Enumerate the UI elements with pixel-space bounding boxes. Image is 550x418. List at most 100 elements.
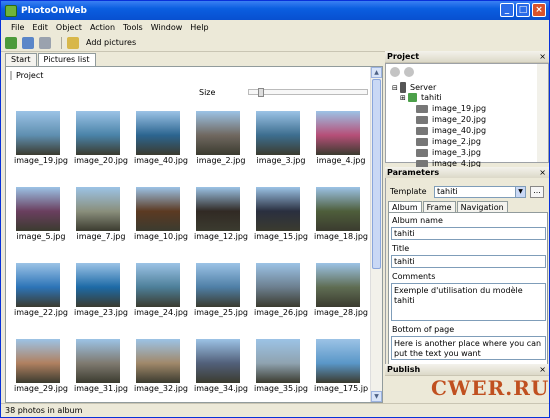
title-field[interactable]: tahiti — [391, 255, 546, 268]
photo-item[interactable]: image_25.jpg — [192, 257, 250, 331]
chevron-down-icon[interactable]: ▼ — [515, 187, 525, 197]
photo-thumbnail[interactable] — [316, 187, 360, 231]
collapse-icon[interactable]: ⊟ — [392, 84, 400, 92]
photo-thumbnail[interactable] — [76, 111, 120, 155]
photo-thumbnail[interactable] — [256, 263, 300, 307]
pictures-scrollbar[interactable]: ▲ ▼ — [370, 67, 382, 402]
photo-thumbnail[interactable] — [76, 339, 120, 383]
photo-thumbnail[interactable] — [16, 263, 60, 307]
photo-item[interactable]: image_10.jpg — [132, 181, 190, 255]
menu-window[interactable]: Window — [147, 23, 187, 32]
close-icon[interactable]: × — [539, 364, 546, 375]
photo-thumbnail[interactable] — [196, 339, 240, 383]
new-icon[interactable] — [5, 36, 17, 49]
tab-start[interactable]: Start — [5, 53, 37, 66]
scroll-up-arrow[interactable]: ▲ — [371, 67, 382, 78]
photo-thumbnail[interactable] — [256, 339, 300, 383]
tree-scrollbar[interactable] — [537, 64, 548, 162]
expand-icon[interactable]: ⊞ — [400, 94, 408, 102]
tree-item-image[interactable]: image_3.jpg — [416, 148, 481, 157]
photo-item[interactable]: image_12.jpg — [192, 181, 250, 255]
photo-thumbnail[interactable] — [196, 263, 240, 307]
tree-tool-icon[interactable] — [404, 67, 414, 77]
album-name-field[interactable]: tahiti — [391, 227, 546, 240]
photo-item[interactable]: image_2.jpg — [192, 105, 250, 179]
photo-thumbnail[interactable] — [316, 111, 360, 155]
photo-item[interactable]: image_3.jpg — [252, 105, 310, 179]
photo-item[interactable]: image_32.jpg — [132, 333, 190, 401]
menu-action[interactable]: Action — [86, 23, 119, 32]
comments-field[interactable]: Exemple d'utilisation du modèle tahiti — [391, 283, 546, 321]
photo-thumbnail[interactable] — [256, 111, 300, 155]
photo-thumbnail[interactable] — [316, 263, 360, 307]
photo-thumbnail[interactable] — [256, 187, 300, 231]
photo-thumbnail[interactable] — [196, 187, 240, 231]
save-icon[interactable] — [39, 36, 51, 49]
photo-item[interactable]: image_15.jpg — [252, 181, 310, 255]
photo-thumbnail[interactable] — [76, 187, 120, 231]
photo-thumbnail[interactable] — [16, 111, 60, 155]
photo-item[interactable]: image_5.jpg — [12, 181, 70, 255]
photo-item[interactable]: image_18.jpg — [312, 181, 370, 255]
photo-item[interactable]: image_22.jpg — [12, 257, 70, 331]
photo-item[interactable]: image_28.jpg — [312, 257, 370, 331]
menu-file[interactable]: File — [7, 23, 28, 32]
tree-item-image[interactable]: image_2.jpg — [416, 137, 481, 146]
image-file-icon — [416, 115, 428, 124]
photo-thumbnail[interactable] — [196, 111, 240, 155]
size-slider[interactable] — [248, 88, 368, 97]
close-icon[interactable]: × — [539, 51, 546, 62]
image-file-icon — [416, 104, 428, 113]
tree-item-album[interactable]: ⊞ tahiti — [400, 93, 442, 102]
menu-edit[interactable]: Edit — [28, 23, 52, 32]
menu-tools[interactable]: Tools — [119, 23, 147, 32]
template-browse-button[interactable]: ... — [530, 186, 544, 198]
photo-item[interactable]: image_40.jpg — [132, 105, 190, 179]
photo-item[interactable]: image_26.jpg — [252, 257, 310, 331]
add-pictures-icon[interactable] — [67, 36, 79, 49]
publish-header[interactable]: Publish × — [385, 364, 549, 376]
photo-thumbnail[interactable] — [76, 263, 120, 307]
bottom-of-page-label: Bottom of page — [392, 325, 455, 334]
open-icon[interactable] — [22, 36, 34, 49]
photo-item[interactable]: image_31.jpg — [72, 333, 130, 401]
scroll-thumb[interactable] — [372, 79, 381, 269]
close-button[interactable]: × — [532, 3, 546, 17]
photo-item[interactable]: image_19.jpg — [12, 105, 70, 179]
photo-thumbnail[interactable] — [136, 111, 180, 155]
photo-caption: image_10.jpg — [133, 232, 189, 241]
photo-item[interactable]: image_20.jpg — [72, 105, 130, 179]
photo-thumbnail[interactable] — [16, 339, 60, 383]
maximize-button[interactable]: □ — [516, 3, 530, 17]
photo-thumbnail[interactable] — [136, 339, 180, 383]
title-label: Title — [392, 244, 410, 253]
photo-item[interactable]: image_35.jpg — [252, 333, 310, 401]
tab-pictures-list[interactable]: Pictures list — [37, 53, 96, 67]
tree-item-image[interactable]: image_20.jpg — [416, 115, 486, 124]
photo-item[interactable]: image_23.jpg — [72, 257, 130, 331]
size-slider-thumb[interactable] — [258, 88, 264, 97]
tree-item-image[interactable]: image_40.jpg — [416, 126, 486, 135]
scroll-down-arrow[interactable]: ▼ — [371, 391, 382, 402]
photo-item[interactable]: image_175.jp — [312, 333, 370, 401]
photo-thumbnail[interactable] — [136, 263, 180, 307]
tree-item-server[interactable]: ⊟ Server — [392, 82, 436, 93]
menu-help[interactable]: Help — [186, 23, 212, 32]
bottom-of-page-field[interactable]: Here is another place where you can put … — [391, 336, 546, 360]
photo-item[interactable]: image_34.jpg — [192, 333, 250, 401]
photo-item[interactable]: image_7.jpg — [72, 181, 130, 255]
title-bar: PhotoOnWeb _ □ × — [1, 1, 549, 20]
template-select[interactable]: tahiti ▼ — [434, 186, 526, 198]
photo-thumbnail[interactable] — [16, 187, 60, 231]
add-pictures-button[interactable]: Add pictures — [86, 38, 136, 47]
minimize-button[interactable]: _ — [500, 3, 514, 17]
tree-item-image[interactable]: image_19.jpg — [416, 104, 486, 113]
photo-item[interactable]: image_4.jpg — [312, 105, 370, 179]
photo-item[interactable]: image_24.jpg — [132, 257, 190, 331]
tree-tool-icon[interactable] — [390, 67, 400, 77]
close-icon[interactable]: × — [539, 167, 546, 178]
menu-object[interactable]: Object — [52, 23, 86, 32]
photo-item[interactable]: image_29.jpg — [12, 333, 70, 401]
photo-thumbnail[interactable] — [316, 339, 360, 383]
photo-thumbnail[interactable] — [136, 187, 180, 231]
